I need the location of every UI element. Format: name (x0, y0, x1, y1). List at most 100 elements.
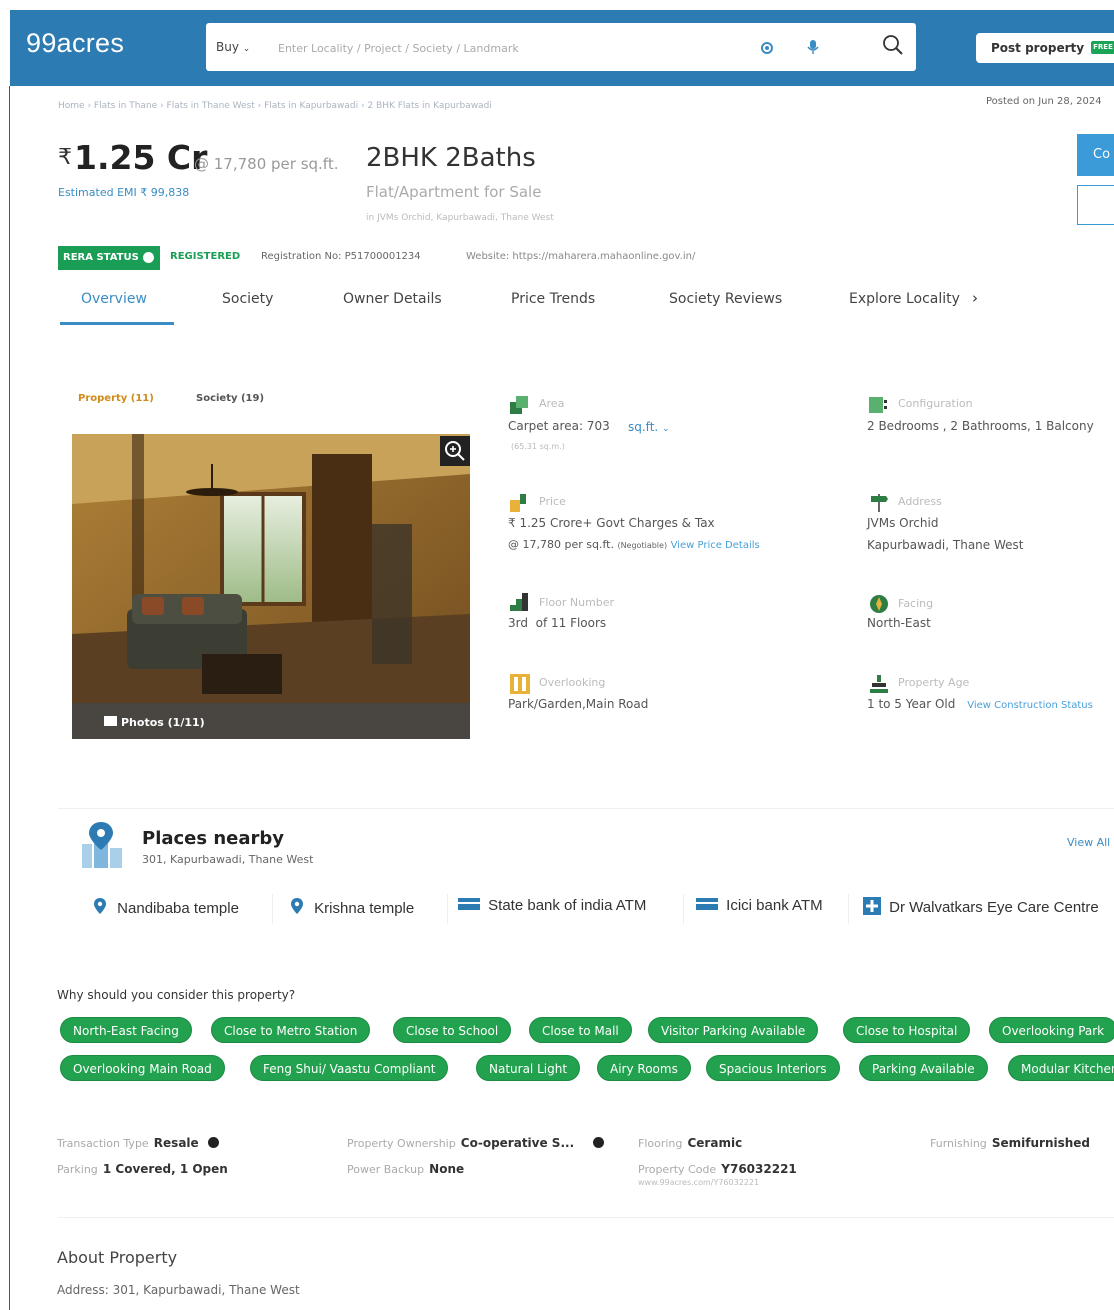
floor-label: Floor Number (539, 596, 615, 609)
feature-chip: Natural Light (476, 1055, 581, 1081)
registration-number: Registration No: P51700001234 (261, 251, 421, 262)
breadcrumb[interactable]: Home › Flats in Thane › Flats in Thane W… (58, 101, 492, 111)
microphone-icon[interactable] (807, 39, 819, 55)
address-line1: JVMs Orchid (867, 516, 939, 530)
feature-chip: Parking Available (859, 1055, 988, 1081)
listing-location[interactable]: in JVMs Orchid, Kapurbawadi, Thane West (366, 213, 554, 223)
place-item[interactable]: Nandibaba temple (93, 897, 239, 925)
property-code: Property Code Y76032221 (638, 1162, 797, 1176)
place-separator (683, 894, 684, 924)
camera-icon (104, 716, 117, 726)
furnishing: Furnishing Semifurnished (930, 1136, 1091, 1150)
site-logo[interactable]: 99acres (26, 28, 124, 59)
info-icon[interactable] (593, 1137, 605, 1148)
price-icon (508, 492, 530, 514)
facing-value: North-East (867, 616, 931, 630)
area-icon (508, 394, 530, 416)
listing-price: 1.25 Cr (74, 138, 208, 177)
address-icon (868, 492, 890, 514)
tab-explore-locality[interactable]: Explore Locality (849, 291, 960, 307)
configuration-icon (868, 394, 890, 416)
location-pin-icon (94, 898, 106, 914)
configuration-label: Configuration (898, 397, 973, 410)
feature-chip: Close to Hospital (843, 1017, 971, 1043)
floor-value: 3rd of 11 Floors (508, 616, 607, 630)
zoom-in-button[interactable] (440, 436, 470, 466)
buy-label: Buy (216, 40, 239, 54)
feature-chip: Overlooking Main Road (60, 1055, 225, 1081)
parking: Parking 1 Covered, 1 Open (57, 1162, 228, 1176)
rera-website[interactable]: Website: https://maharera.mahaonline.gov… (466, 251, 695, 262)
floor-icon (508, 591, 530, 613)
listing-title: 2BHK 2Baths (366, 143, 536, 173)
place-separator (272, 894, 273, 924)
post-property-label: Post property (991, 41, 1085, 55)
feature-chip: Visitor Parking Available (648, 1017, 819, 1043)
feature-chip: Spacious Interiors (706, 1055, 840, 1081)
tab-owner-details[interactable]: Owner Details (343, 291, 442, 307)
chevron-down-icon: ⌄ (242, 44, 251, 54)
overlooking-value: Park/Garden,Main Road (508, 697, 649, 711)
property-age-icon (868, 673, 890, 695)
places-nearby-title: Places nearby (142, 828, 285, 849)
gallery-tab-property[interactable]: Property (11) (78, 393, 154, 404)
posted-date: Posted on Jun 28, 2024 (986, 96, 1102, 107)
tab-price-trends[interactable]: Price Trends (511, 291, 595, 307)
places-nearby-address: 301, Kapurbawadi, Thane West (142, 853, 314, 866)
listing-subtitle: Flat/Apartment for Sale (366, 183, 542, 201)
page-border (9, 86, 10, 1310)
tab-society[interactable]: Society (222, 291, 273, 307)
property-photo[interactable] (72, 434, 470, 739)
address-label: Address (898, 495, 942, 508)
area-value: Carpet area: 703 (508, 419, 610, 433)
feature-chip: Close to School (393, 1017, 512, 1043)
info-icon[interactable] (207, 1137, 219, 1148)
property-ownership: Property Ownership Co-operative S... (347, 1132, 605, 1151)
property-age-value: 1 to 5 Year Old View Construction Status (867, 697, 1093, 711)
tab-society-reviews[interactable]: Society Reviews (669, 291, 782, 307)
feature-chip: Airy Rooms (597, 1055, 691, 1081)
search-input[interactable] (276, 34, 740, 62)
feature-chip: North-East Facing (60, 1017, 192, 1043)
feature-chip: Feng Shui/ Vaastu Compliant (250, 1055, 449, 1081)
section-divider (58, 1217, 1114, 1218)
search-icon[interactable] (882, 34, 904, 56)
feature-chip: Close to Mall (529, 1017, 632, 1043)
price-sub: @ 17,780 per sq.ft. (Negotiable) View Pr… (508, 538, 760, 551)
rupee-symbol: ₹ (58, 145, 72, 170)
chevron-right-icon[interactable]: › (972, 289, 978, 307)
rera-registered: REGISTERED (170, 251, 241, 262)
gallery-tab-society[interactable]: Society (19) (196, 393, 264, 404)
hospital-icon (863, 897, 881, 915)
place-item[interactable]: Icici bank ATM (696, 897, 823, 925)
price-label: Price (539, 495, 566, 508)
view-construction-status-link[interactable]: View Construction Status (967, 700, 1093, 711)
view-all-link[interactable]: View All (1067, 836, 1110, 849)
atm-icon (458, 898, 480, 910)
location-pin-icon (291, 898, 303, 914)
about-property-title: About Property (57, 1248, 178, 1267)
feature-chip: Overlooking Park (989, 1017, 1114, 1043)
property-code-url[interactable]: www.99acres.com/Y76032221 (638, 1178, 759, 1187)
why-consider-heading: Why should you consider this property? (57, 988, 296, 1002)
area-unit-dropdown[interactable]: sq.ft. ⌄ (628, 420, 670, 434)
rera-status-badge: RERA STATUS (58, 246, 160, 270)
buy-dropdown[interactable]: Buy ⌄ (216, 40, 250, 54)
flooring: Flooring Ceramic (638, 1136, 743, 1150)
place-item[interactable]: State bank of india ATM (458, 897, 646, 925)
place-item[interactable]: Dr Walvatkars Eye Care Centre (863, 897, 1099, 925)
contact-owner-button[interactable]: Co (1077, 134, 1114, 176)
place-separator (848, 894, 849, 924)
facing-label: Facing (898, 597, 934, 610)
tab-overview[interactable]: Overview (81, 291, 147, 307)
city-location-icon (78, 820, 126, 870)
info-icon[interactable] (142, 251, 154, 263)
view-price-details-link[interactable]: View Price Details (671, 540, 760, 551)
locate-icon[interactable] (760, 40, 774, 54)
phone-button[interactable] (1077, 185, 1114, 225)
place-item[interactable]: Krishna temple (290, 897, 414, 925)
free-badge: FREE (1091, 41, 1114, 54)
price-value: ₹ 1.25 Crore+ Govt Charges & Tax (508, 516, 715, 530)
emi-link[interactable]: Estimated EMI ₹ 99,838 (58, 186, 189, 199)
chevron-down-icon: ⌄ (662, 424, 670, 434)
